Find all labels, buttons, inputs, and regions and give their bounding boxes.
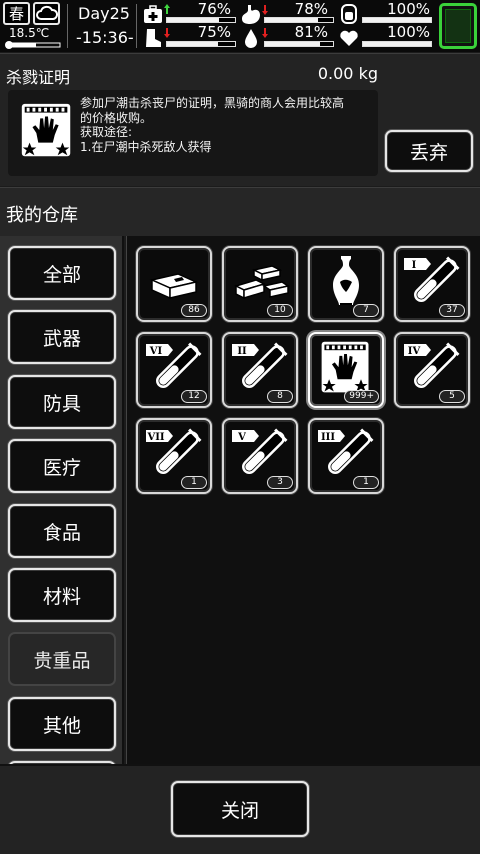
item-slot[interactable]: 86 [136,246,212,322]
roman-numeral: VI [149,346,163,357]
item-count: 3 [267,476,293,489]
category-materials[interactable]: 材料 [8,568,116,622]
item-count: 86 [181,304,207,317]
description-line: 参加尸潮击杀丧尸的证明，黑骑的商人会用比较高 [80,96,345,110]
season-badge: 春 [3,2,30,25]
description-line: 1.在尸潮中杀死敌人获得 [80,139,212,154]
water-drop-icon [245,29,257,48]
item-slot[interactable]: V 3 [222,418,298,494]
cloudy-icon [35,5,58,20]
thirst-bar [264,41,334,47]
item-count: 7 [353,304,379,317]
heart-icon [340,30,358,46]
category-armor[interactable]: 防具 [8,375,116,429]
item-count: 10 [267,304,293,317]
weather-badge [33,2,60,25]
temperature: 18.5℃ [9,26,50,40]
item-count: 1 [181,476,207,489]
status-bar: 春 18.5℃ Day25 -15:36- 76% 78% 100% 75% 8… [0,0,480,52]
roman-numeral: II [237,346,247,357]
roman-numeral: IV [408,346,421,357]
trend-down-icon [164,28,170,38]
category-weapons[interactable]: 武器 [8,310,116,364]
silver-ingot-icon [149,273,199,300]
roman-numeral: I [412,260,417,271]
item-slot[interactable]: VI 12 [136,332,212,408]
trend-up-icon [164,4,170,14]
test-tube-icon: III [318,428,374,474]
test-tube-icon: VI [146,342,202,388]
warehouse-header: 我的仓库 [0,187,480,236]
clock: -15:36- [76,28,134,47]
item-slot[interactable]: 10 [222,246,298,322]
item-slot[interactable]: 7 [308,246,384,322]
hunger-percent: 78% [294,0,328,18]
boot-icon [146,29,161,47]
close-button[interactable]: 关闭 [171,781,309,837]
item-slot-selected[interactable]: 999+ [308,332,384,408]
temperature-gauge-icon [5,41,61,49]
item-description: 参加尸潮击杀丧尸的证明，黑骑的商人会用比较高 的价格收购。 获取途径: 1.在尸… [80,96,372,154]
item-slot[interactable]: II 8 [222,332,298,408]
item-count: 5 [439,390,465,403]
category-food[interactable]: 食品 [8,504,116,558]
warehouse-title: 我的仓库 [6,205,78,226]
kill-certificate-icon [21,103,71,157]
kill-certificate-icon [321,341,369,393]
item-count: 12 [181,390,207,403]
roman-numeral: V [237,432,246,443]
item-detail-panel: 杀戮证明 0.00 kg 参加尸潮击杀丧尸的证明，黑骑的商人会用比较高 的价格收… [0,53,480,186]
mood-percent: 100% [387,23,430,41]
category-valuables[interactable]: 贵重品 [8,632,116,686]
footer-bar: 关闭 [0,764,480,854]
health-percent: 76% [197,0,231,18]
item-count: 1 [353,476,379,489]
item-slot[interactable]: I 37 [394,246,470,322]
item-weight: 0.00 kg [317,64,378,83]
roman-numeral: III [321,432,335,443]
thirst-percent: 81% [294,23,328,41]
test-tube-icon: I [404,256,460,302]
category-all[interactable]: 全部 [8,246,116,300]
day-counter: Day25 [78,4,130,23]
item-count: 37 [439,304,465,317]
item-slot[interactable]: IV 5 [394,332,470,408]
category-other[interactable]: 其他 [8,697,116,751]
item-count: 8 [267,390,293,403]
item-name: 杀戮证明 [6,68,71,87]
item-grid: 86 10 7 I 37 VI 12 II 8 999+ IV 5 VII 1 … [126,236,480,764]
roman-numeral: VII [146,432,164,443]
stamina-bar [166,41,236,47]
canister-icon [341,4,357,24]
description-line: 获取途径: [80,125,133,139]
battery-icon [439,3,477,49]
description-line: 的价格收购。 [80,110,153,125]
item-description-box: 参加尸潮击杀丧尸的证明，黑骑的商人会用比较高 的价格收购。 获取途径: 1.在尸… [8,90,378,176]
item-slot[interactable]: VII 1 [136,418,212,494]
gold-bars-icon [233,265,290,300]
item-count: 999+ [344,390,379,403]
test-tube-icon: II [232,342,288,388]
category-medical[interactable]: 医疗 [8,439,116,493]
energy-percent: 100% [387,0,430,18]
stomach-icon [242,5,260,24]
mood-bar [362,41,432,47]
item-slot[interactable]: III 1 [308,418,384,494]
test-tube-icon: VII [146,428,202,474]
medkit-icon [144,5,162,23]
test-tube-icon: IV [404,342,460,388]
porcelain-vase-icon [333,256,359,305]
test-tube-icon: V [232,428,288,474]
stamina-percent: 75% [197,23,231,41]
discard-button[interactable]: 丢弃 [385,130,473,172]
category-list[interactable]: 全部 武器 防具 医疗 食品 材料 贵重品 其他 [0,236,124,764]
